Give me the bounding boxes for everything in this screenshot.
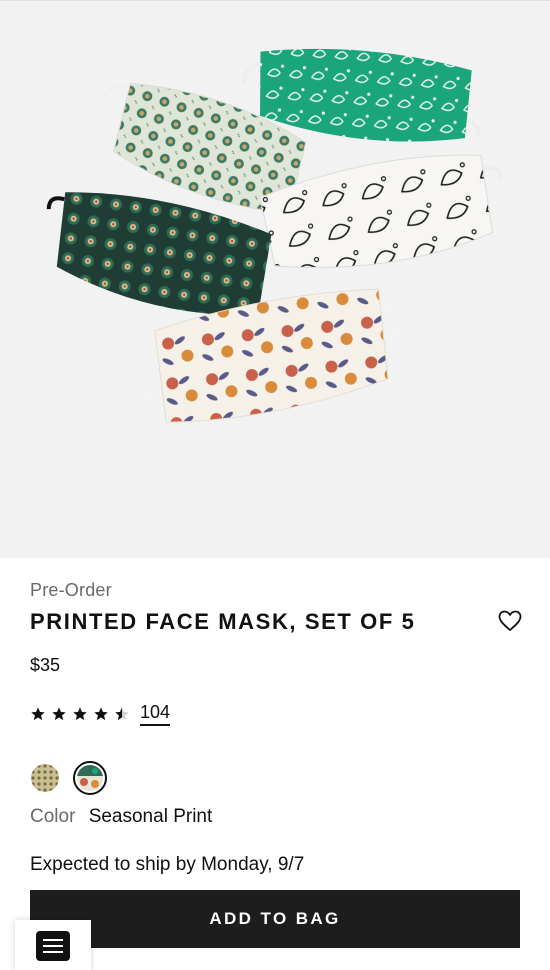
swatch-seasonal-image	[77, 765, 103, 791]
rating[interactable]: 104	[30, 702, 171, 726]
chat-icon	[36, 931, 70, 961]
pre-order-label: Pre-Order	[30, 580, 112, 600]
star-icon	[94, 707, 108, 721]
heart-icon	[498, 610, 522, 632]
color-selection: Color Seasonal Print	[30, 806, 212, 828]
product-title: PRINTED FACE MASK, SET OF 5	[30, 609, 416, 634]
review-count-link[interactable]: 104	[140, 702, 171, 726]
color-label: Color	[30, 806, 76, 827]
shipping-estimate: Expected to ship by Monday, 9/7	[30, 854, 305, 875]
star-icon	[31, 707, 45, 721]
star-icon	[52, 707, 66, 721]
face-masks-illustration	[46, 48, 504, 423]
color-value: Seasonal Print	[88, 806, 213, 827]
swatch-gold-dot-print[interactable]	[30, 763, 60, 793]
swatch-gold-dot-image	[31, 764, 59, 792]
swatch-seasonal-print[interactable]	[73, 761, 107, 795]
product-price: $35	[30, 655, 61, 675]
star-rating	[30, 706, 130, 722]
add-to-bag-button[interactable]: ADD TO BAG	[30, 890, 520, 948]
product-image[interactable]	[0, 0, 550, 558]
wishlist-button[interactable]	[496, 608, 524, 634]
half-star-icon	[115, 707, 129, 721]
chat-widget[interactable]	[15, 920, 91, 970]
star-icon	[73, 707, 87, 721]
